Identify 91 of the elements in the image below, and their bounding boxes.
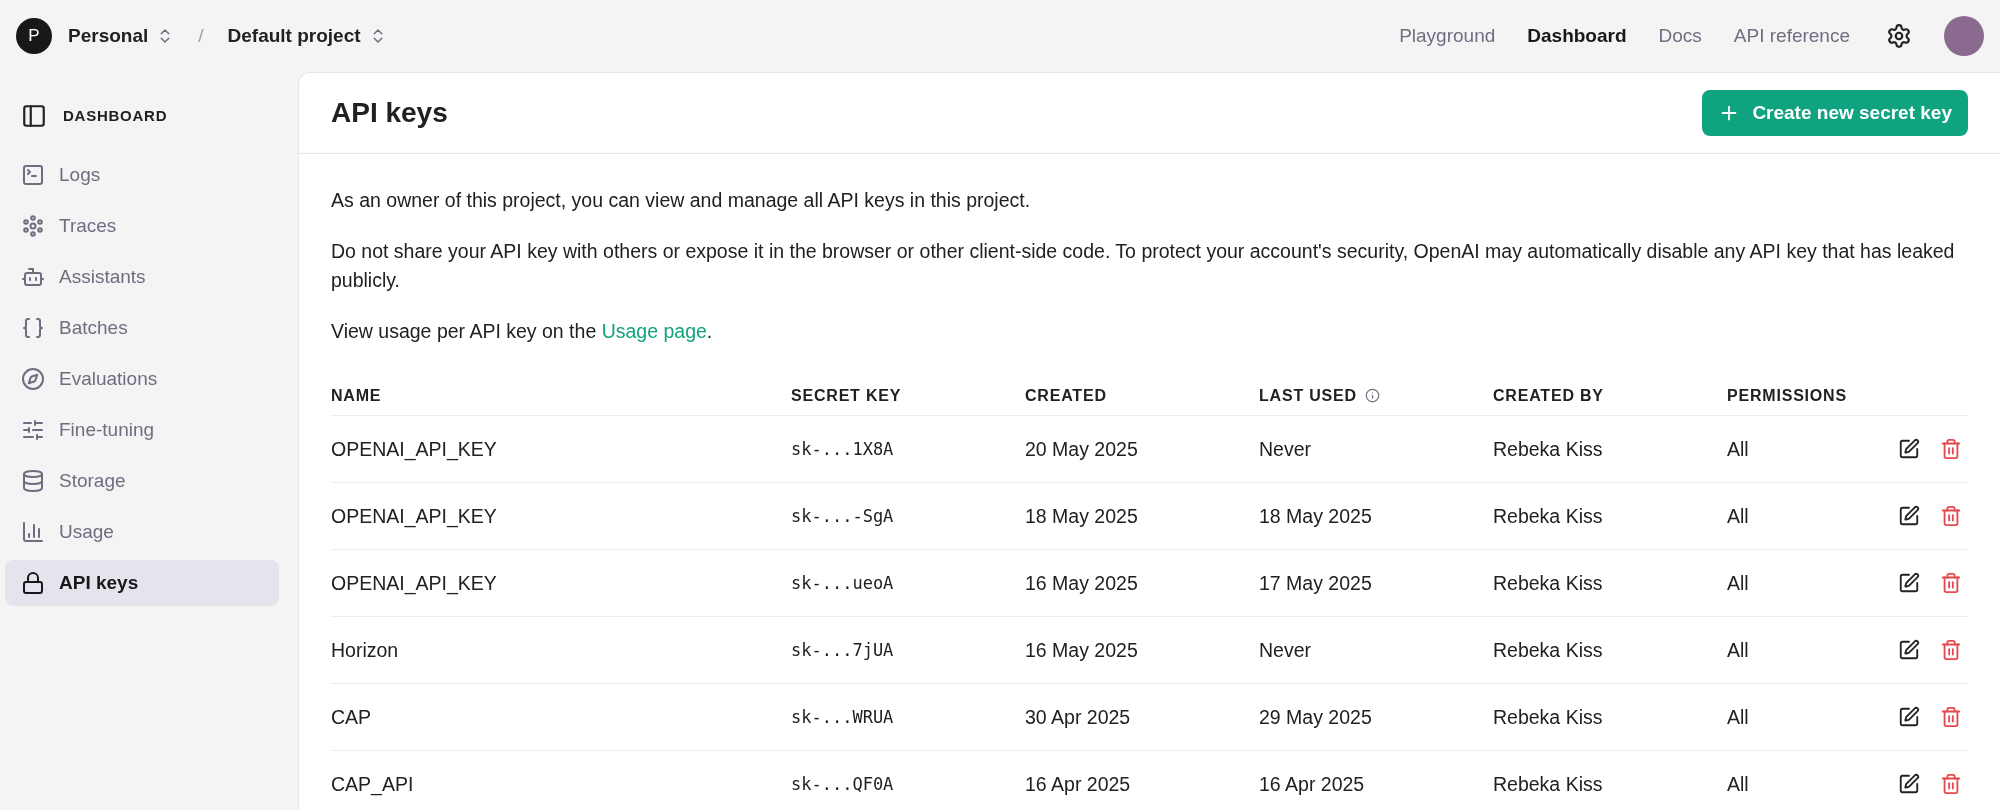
table-cell: CAP xyxy=(331,705,372,728)
table-cell: sk-...7jUA xyxy=(791,640,894,660)
edit-icon[interactable] xyxy=(1898,505,1920,527)
table-cell: All xyxy=(1727,571,1749,594)
bar-chart-icon xyxy=(21,520,45,544)
table-cell: sk-...ueoA xyxy=(791,573,894,593)
database-icon xyxy=(21,469,45,493)
sidebar-item[interactable]: Logs xyxy=(5,152,279,198)
nav-link[interactable]: Docs xyxy=(1658,21,1702,51)
org-switcher[interactable]: Personal xyxy=(68,21,175,51)
create-secret-key-button[interactable]: Create new secret key xyxy=(1702,90,1968,136)
column-header: CREATED xyxy=(1025,386,1107,406)
table-cell: 30 Apr 2025 xyxy=(1025,705,1131,728)
table-cell: Rebeka Kiss xyxy=(1493,705,1603,728)
sidebar-toggle-icon[interactable] xyxy=(21,103,47,129)
table-cell: 18 May 2025 xyxy=(1259,504,1372,527)
edit-icon[interactable] xyxy=(1898,706,1920,728)
table-cell: sk-...-SgA xyxy=(791,506,894,526)
delete-icon[interactable] xyxy=(1940,639,1962,661)
sidebar-item[interactable]: Fine-tuning xyxy=(5,407,279,453)
breadcrumb-separator: / xyxy=(198,23,204,48)
table-cell: sk-...WRUA xyxy=(791,707,894,727)
table-cell: OPENAI_API_KEY xyxy=(331,571,497,594)
table-cell: Rebeka Kiss xyxy=(1493,571,1603,594)
table-cell: 16 Apr 2025 xyxy=(1025,772,1131,795)
table-cell: Rebeka Kiss xyxy=(1493,504,1603,527)
table-cell: All xyxy=(1727,504,1749,527)
table-cell: sk-...1X8A xyxy=(791,439,894,459)
table-cell: 16 May 2025 xyxy=(1025,571,1138,594)
column-header: PERMISSIONS xyxy=(1727,386,1847,406)
table-cell: Rebeka Kiss xyxy=(1493,772,1603,795)
table-cell: 16 May 2025 xyxy=(1025,638,1138,661)
usage-page-link[interactable]: Usage page xyxy=(601,320,707,342)
robot-icon xyxy=(21,265,45,289)
table-cell: 17 May 2025 xyxy=(1259,571,1372,594)
sidebar-item[interactable]: API keys xyxy=(5,560,279,606)
table-cell: 18 May 2025 xyxy=(1025,504,1138,527)
table-cell: All xyxy=(1727,437,1749,460)
lock-icon xyxy=(21,571,45,595)
page-title: API keys xyxy=(331,96,448,130)
table-cell: Never xyxy=(1259,437,1312,460)
table-cell: All xyxy=(1727,772,1749,795)
usage-note: View usage per API key on the Usage page. xyxy=(331,319,714,344)
column-header: CREATED BY xyxy=(1493,386,1604,406)
sidebar-item[interactable]: Evaluations xyxy=(5,356,279,402)
table-cell: 16 Apr 2025 xyxy=(1259,772,1365,795)
delete-icon[interactable] xyxy=(1940,438,1962,460)
delete-icon[interactable] xyxy=(1940,706,1962,728)
user-avatar[interactable] xyxy=(1944,16,1984,56)
table-cell: All xyxy=(1727,638,1749,661)
sidebar-item[interactable]: Traces xyxy=(5,203,279,249)
org-avatar[interactable]: P xyxy=(16,18,52,54)
sidebar-heading: DASHBOARD xyxy=(63,105,168,126)
table-cell: Rebeka Kiss xyxy=(1493,437,1603,460)
info-paragraph: As an owner of this project, you can view and manage all API keys in this project. xyxy=(331,188,1032,213)
edit-icon[interactable] xyxy=(1898,773,1920,795)
nodes-icon xyxy=(21,214,45,238)
table-cell: Never xyxy=(1259,638,1312,661)
column-header: NAME xyxy=(331,386,382,406)
table-cell: Rebeka Kiss xyxy=(1493,638,1603,661)
nav-link[interactable]: Playground xyxy=(1399,21,1496,51)
table-cell: CAP_API xyxy=(331,772,414,795)
sidebar-item[interactable]: Usage xyxy=(5,509,279,555)
delete-icon[interactable] xyxy=(1940,572,1962,594)
compass-icon xyxy=(21,367,45,391)
table-cell: Horizon xyxy=(331,638,399,661)
sidebar-item[interactable]: Assistants xyxy=(5,254,279,300)
settings-icon[interactable] xyxy=(1886,23,1912,49)
column-header: SECRET KEY xyxy=(791,386,902,406)
table-cell: 20 May 2025 xyxy=(1025,437,1138,460)
edit-icon[interactable] xyxy=(1898,438,1920,460)
edit-icon[interactable] xyxy=(1898,572,1920,594)
project-switcher[interactable]: Default project xyxy=(227,21,387,51)
table-cell: OPENAI_API_KEY xyxy=(331,504,497,527)
table-cell: All xyxy=(1727,705,1749,728)
nav-link[interactable]: Dashboard xyxy=(1527,21,1627,51)
sidebar-item[interactable]: Batches xyxy=(5,305,279,351)
info-icon xyxy=(1364,388,1380,403)
terminal-icon xyxy=(21,163,45,187)
info-paragraph: Do not share your API key with others or expose it in the browser or other client-side code. To protect your account's security, OpenAI may automatically disable any API key that has leaked publicly. xyxy=(331,239,1956,293)
table-cell: 29 May 2025 xyxy=(1259,705,1372,728)
delete-icon[interactable] xyxy=(1940,773,1962,795)
table-cell: sk-...QF0A xyxy=(791,774,894,794)
braces-icon xyxy=(21,316,45,340)
sidebar-item[interactable]: Storage xyxy=(5,458,279,504)
sliders-icon xyxy=(21,418,45,442)
table-cell: OPENAI_API_KEY xyxy=(331,437,497,460)
delete-icon[interactable] xyxy=(1940,505,1962,527)
nav-link[interactable]: API reference xyxy=(1733,21,1850,51)
edit-icon[interactable] xyxy=(1898,639,1920,661)
column-header: LAST USED xyxy=(1259,386,1357,406)
